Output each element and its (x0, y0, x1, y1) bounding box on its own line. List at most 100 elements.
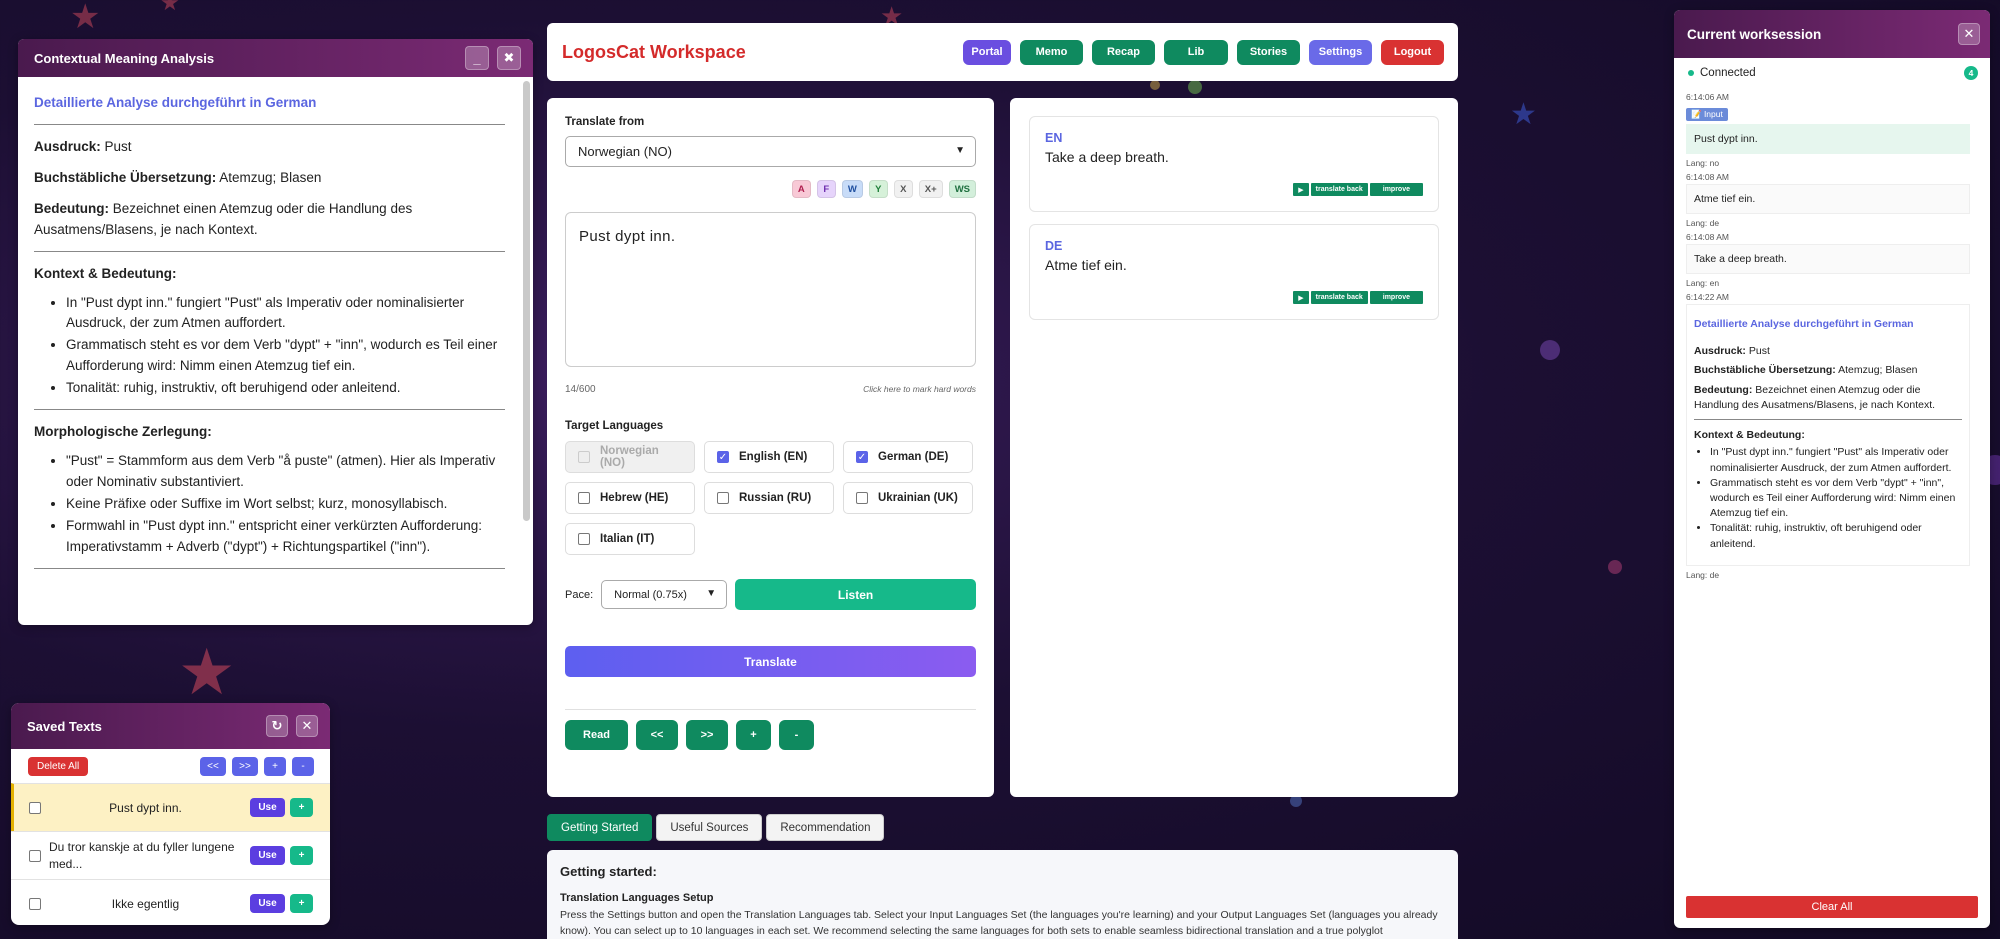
saved-text: Pust dypt inn. (109, 800, 182, 815)
chip-x-plus[interactable]: X+ (918, 180, 943, 198)
row-checkbox[interactable] (29, 849, 41, 862)
count-badge: 4 (1964, 66, 1978, 80)
feed-message[interactable]: Atme tief ein. (1686, 184, 1970, 214)
add-button[interactable]: + (290, 894, 313, 913)
brand-title: LogosCat Workspace (562, 41, 746, 62)
saved-text-row[interactable]: Pust dypt inn. Use + (11, 783, 330, 831)
scrollbar[interactable] (523, 81, 530, 521)
read-next-button[interactable]: >> (686, 720, 728, 750)
analysis-content: Detaillierte Analyse durchgeführt in Ger… (18, 77, 533, 625)
checkbox[interactable] (856, 492, 868, 504)
chip-x[interactable]: X (893, 180, 913, 198)
checkbox-checked[interactable]: ✓ (717, 451, 729, 463)
pace-select[interactable]: Normal (0.75x) ▼ (601, 580, 728, 609)
read-increase-button[interactable]: + (736, 720, 771, 750)
chip-f[interactable]: F (816, 180, 836, 198)
row-checkbox[interactable] (29, 897, 41, 910)
context-title: Kontext & Bedeutung: (34, 265, 177, 281)
checkbox[interactable] (717, 492, 729, 504)
read-prev-button[interactable]: << (636, 720, 678, 750)
add-button[interactable]: + (290, 846, 313, 865)
play-icon[interactable]: ▶ (1293, 183, 1309, 196)
nav-portal-button[interactable]: Portal (963, 39, 1011, 65)
checkbox-checked[interactable]: ✓ (856, 451, 868, 463)
read-decrease-button[interactable]: - (779, 720, 814, 750)
tab-useful-sources[interactable]: Useful Sources (656, 814, 763, 841)
chip-a[interactable]: A (791, 180, 811, 198)
tab-recommendation[interactable]: Recommendation (766, 814, 885, 841)
lang-option-en[interactable]: ✓ English (EN) (704, 441, 834, 473)
info-tabs: Getting Started Useful Sources Recommend… (547, 814, 885, 841)
improve-button[interactable]: improve (1369, 291, 1423, 304)
close-button[interactable]: ✖ (497, 46, 521, 70)
saved-text-row[interactable]: Du tror kanskje at du fyller lungene med… (11, 831, 330, 879)
delete-all-button[interactable]: Delete All (28, 756, 89, 776)
chip-ws[interactable]: WS (948, 180, 976, 198)
improve-button[interactable]: improve (1369, 183, 1423, 196)
lang-option-de[interactable]: ✓ German (DE) (843, 441, 973, 473)
target-languages-grid: Norwegian (NO) ✓ English (EN) ✓ German (DE… (565, 441, 976, 555)
chevron-down-icon: ▼ (955, 145, 965, 156)
zoom-out-button[interactable]: - (292, 756, 314, 776)
lang-option-he[interactable]: Hebrew (HE) (565, 482, 695, 514)
result-card-de: DE Atme tief ein. ▶ translate back impro… (1029, 224, 1439, 320)
pace-row: Pace: Normal (0.75x) ▼ Listen (565, 579, 976, 610)
workspace-header: LogosCat Workspace Portal Memo Recap Lib… (547, 23, 1458, 81)
add-button[interactable]: + (290, 798, 313, 817)
nav-stories-button[interactable]: Stories (1237, 39, 1300, 65)
status-dot-icon (1688, 70, 1694, 76)
close-button[interactable]: ✕ (1958, 23, 1980, 45)
row-checkbox[interactable] (29, 801, 41, 814)
checkbox (578, 451, 590, 463)
minimize-button[interactable]: _ (465, 46, 489, 70)
play-icon[interactable]: ▶ (1293, 291, 1309, 304)
pace-label: Pace: (565, 588, 594, 601)
tab-getting-started[interactable]: Getting Started (547, 814, 653, 841)
filter-chips: A F W Y X X+ WS (565, 180, 976, 198)
translate-back-button[interactable]: translate back (1310, 291, 1368, 304)
clear-all-button[interactable]: Clear All (1686, 896, 1978, 918)
entry-time: 6:14:08 AM (1686, 232, 1730, 242)
refresh-icon[interactable]: ↻ (266, 715, 288, 737)
zoom-in-button[interactable]: + (264, 756, 286, 776)
hard-words-link[interactable]: Click here to mark hard words (863, 384, 976, 395)
translate-button[interactable]: Translate (565, 646, 976, 677)
prev-button[interactable]: << (200, 756, 226, 776)
use-button[interactable]: Use (250, 846, 285, 865)
use-button[interactable]: Use (250, 894, 285, 913)
nav-logout-button[interactable]: Logout (1381, 39, 1444, 65)
close-button[interactable]: ✕ (296, 715, 318, 737)
result-language-code: EN (1045, 131, 1063, 145)
saved-text-row[interactable]: Ikke egentlig Use + (11, 879, 330, 925)
listen-button[interactable]: Listen (735, 579, 976, 610)
char-count: 14/600 (565, 384, 596, 395)
nav-lib-button[interactable]: Lib (1164, 39, 1228, 65)
getting-started-title: Getting started: (560, 864, 657, 879)
analysis-title: Contextual Meaning Analysis (34, 50, 215, 66)
feed-message[interactable]: Pust dypt inn. (1686, 124, 1970, 154)
checkbox[interactable] (578, 533, 590, 545)
list-item: Tonalität: ruhig, instruktiv, oft beruhi… (66, 378, 505, 399)
chevron-down-icon: ▼ (706, 588, 717, 599)
lang-option-uk[interactable]: Ukrainian (UK) (843, 482, 973, 514)
nav-memo-button[interactable]: Memo (1020, 39, 1083, 65)
lang-option-ru[interactable]: Russian (RU) (704, 482, 834, 514)
nav-settings-button[interactable]: Settings (1309, 39, 1372, 65)
saved-titlebar[interactable]: Saved Texts ↻ ✕ (11, 703, 330, 749)
checkbox[interactable] (578, 492, 590, 504)
divider (34, 409, 505, 411)
feed-analysis-card[interactable]: Detaillierte Analyse durchgeführt in Ger… (1686, 304, 1970, 566)
analysis-titlebar[interactable]: Contextual Meaning Analysis _ ✖ (18, 39, 533, 77)
use-button[interactable]: Use (250, 798, 285, 817)
read-button[interactable]: Read (565, 720, 628, 750)
nav-recap-button[interactable]: Recap (1092, 39, 1155, 65)
source-text-input[interactable]: Pust dypt inn. (565, 212, 976, 367)
lang-option-it[interactable]: Italian (IT) (565, 523, 695, 555)
next-button[interactable]: >> (232, 756, 258, 776)
translate-back-button[interactable]: translate back (1310, 183, 1368, 196)
feed-message[interactable]: Take a deep breath. (1686, 244, 1970, 274)
source-language-select[interactable]: Norwegian (NO) ▼ (565, 136, 976, 167)
chip-w[interactable]: W (841, 180, 863, 198)
chip-y[interactable]: Y (868, 180, 888, 198)
worksession-titlebar[interactable]: Current worksession ✕ (1674, 10, 1990, 58)
